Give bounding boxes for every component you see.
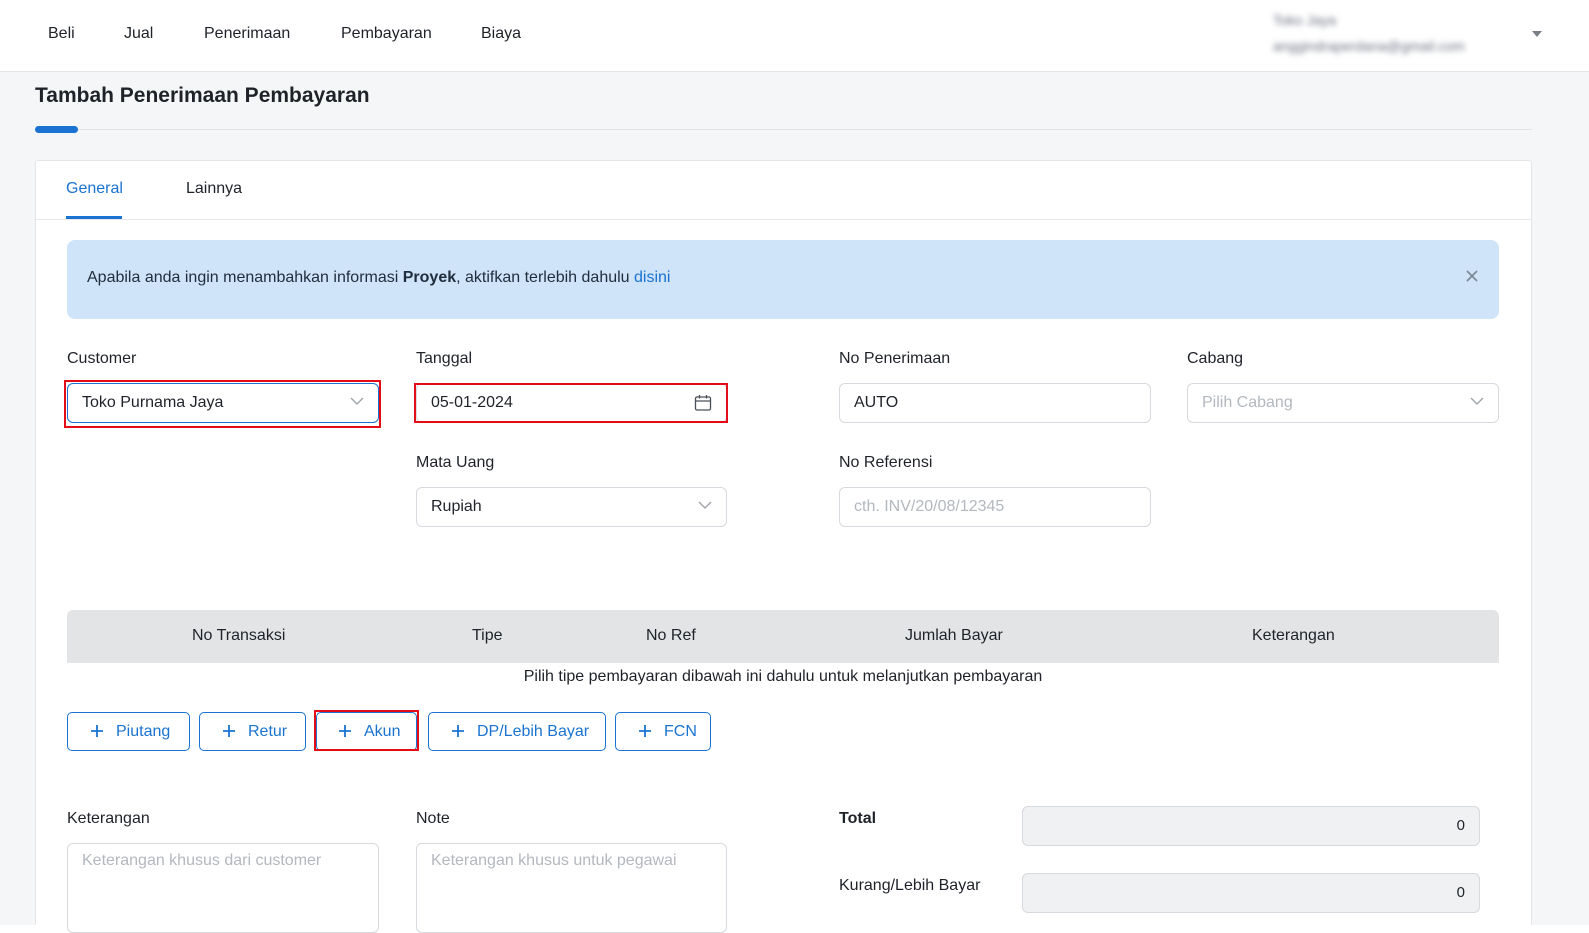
- close-icon[interactable]: [1465, 269, 1479, 283]
- column-jumlah-bayar: Jumlah Bayar: [905, 627, 1003, 644]
- customer-label: Customer: [67, 350, 137, 367]
- column-no-ref: No Ref: [646, 627, 696, 644]
- mata-uang-label: Mata Uang: [416, 454, 495, 471]
- no-penerimaan-value: AUTO: [854, 394, 899, 411]
- mata-uang-select[interactable]: Rupiah: [416, 487, 727, 527]
- highlight-akun: [314, 710, 419, 751]
- plus-icon: [639, 725, 651, 737]
- total-label: Total: [839, 810, 877, 827]
- kurang-lebih-bayar-value: 0: [1022, 873, 1480, 913]
- add-dp-lebih-bayar-button[interactable]: DP/Lebih Bayar: [428, 712, 606, 751]
- highlight-customer: [64, 380, 381, 428]
- highlight-tanggal: [414, 383, 728, 423]
- page-title: Tambah Penerimaan Pembayaran: [35, 84, 370, 107]
- column-no-transaksi: No Transaksi: [192, 627, 286, 644]
- alert-link-disini[interactable]: disini: [634, 269, 670, 286]
- button-label: Piutang: [116, 723, 171, 740]
- cabang-select[interactable]: Pilih Cabang: [1187, 383, 1499, 423]
- nav-item-beli[interactable]: Beli: [48, 25, 75, 43]
- no-penerimaan-label: No Penerimaan: [839, 350, 951, 367]
- add-retur-button[interactable]: Retur: [199, 712, 306, 751]
- alert-message: Apabila anda ingin menambahkan informasi…: [87, 269, 671, 286]
- tabs-divider: [36, 219, 1531, 220]
- plus-icon: [91, 725, 103, 737]
- user-menu[interactable]: Toko Jaya anggindraperdana@gmail.com: [1273, 12, 1528, 60]
- no-referensi-placeholder: cth. INV/20/08/12345: [854, 498, 1005, 515]
- caret-down-icon[interactable]: [1532, 31, 1542, 37]
- user-name: Toko Jaya: [1273, 12, 1337, 28]
- tab-general[interactable]: General: [66, 180, 123, 198]
- mata-uang-value: Rupiah: [431, 498, 482, 515]
- payment-table-header: No Transaksi Tipe No Ref Jumlah Bayar Ke…: [67, 610, 1499, 663]
- plus-icon: [223, 725, 235, 737]
- note-label: Note: [416, 810, 450, 827]
- button-label: Retur: [248, 723, 288, 740]
- title-divider: [35, 129, 1532, 130]
- cabang-label: Cabang: [1187, 350, 1244, 367]
- chevron-down-icon: [698, 501, 712, 509]
- note-textarea[interactable]: [416, 843, 727, 933]
- button-label: DP/Lebih Bayar: [477, 723, 590, 740]
- keterangan-label: Keterangan: [67, 810, 150, 827]
- total-value: 0: [1022, 806, 1480, 846]
- cabang-placeholder: Pilih Cabang: [1202, 394, 1293, 411]
- no-referensi-input[interactable]: cth. INV/20/08/12345: [839, 487, 1151, 527]
- tab-lainnya[interactable]: Lainnya: [186, 180, 242, 198]
- chevron-down-icon: [1470, 397, 1484, 405]
- no-penerimaan-input[interactable]: AUTO: [839, 383, 1151, 423]
- no-referensi-label: No Referensi: [839, 454, 933, 471]
- nav-item-biaya[interactable]: Biaya: [481, 25, 521, 43]
- kurang-lebih-bayar-label: Kurang/Lebih Bayar: [839, 877, 981, 894]
- button-label: FCN: [664, 723, 697, 740]
- add-fcn-button[interactable]: FCN: [615, 712, 711, 751]
- nav-item-penerimaan[interactable]: Penerimaan: [204, 25, 290, 43]
- nav-item-pembayaran[interactable]: Pembayaran: [341, 25, 432, 43]
- title-accent-bar: [35, 126, 78, 133]
- plus-icon: [452, 725, 464, 737]
- add-piutang-button[interactable]: Piutang: [67, 712, 190, 751]
- table-empty-message: Pilih tipe pembayaran dibawah ini dahulu…: [523, 668, 1043, 685]
- user-email: anggindraperdana@gmail.com: [1273, 38, 1465, 54]
- column-keterangan: Keterangan: [1252, 627, 1335, 644]
- keterangan-textarea[interactable]: [67, 843, 379, 933]
- info-alert: Apabila anda ingin menambahkan informasi…: [67, 240, 1499, 319]
- column-tipe: Tipe: [472, 627, 503, 644]
- tanggal-label: Tanggal: [416, 350, 473, 367]
- top-navbar: Beli Jual Penerimaan Pembayaran Biaya To…: [0, 0, 1589, 72]
- nav-item-jual[interactable]: Jual: [124, 25, 153, 43]
